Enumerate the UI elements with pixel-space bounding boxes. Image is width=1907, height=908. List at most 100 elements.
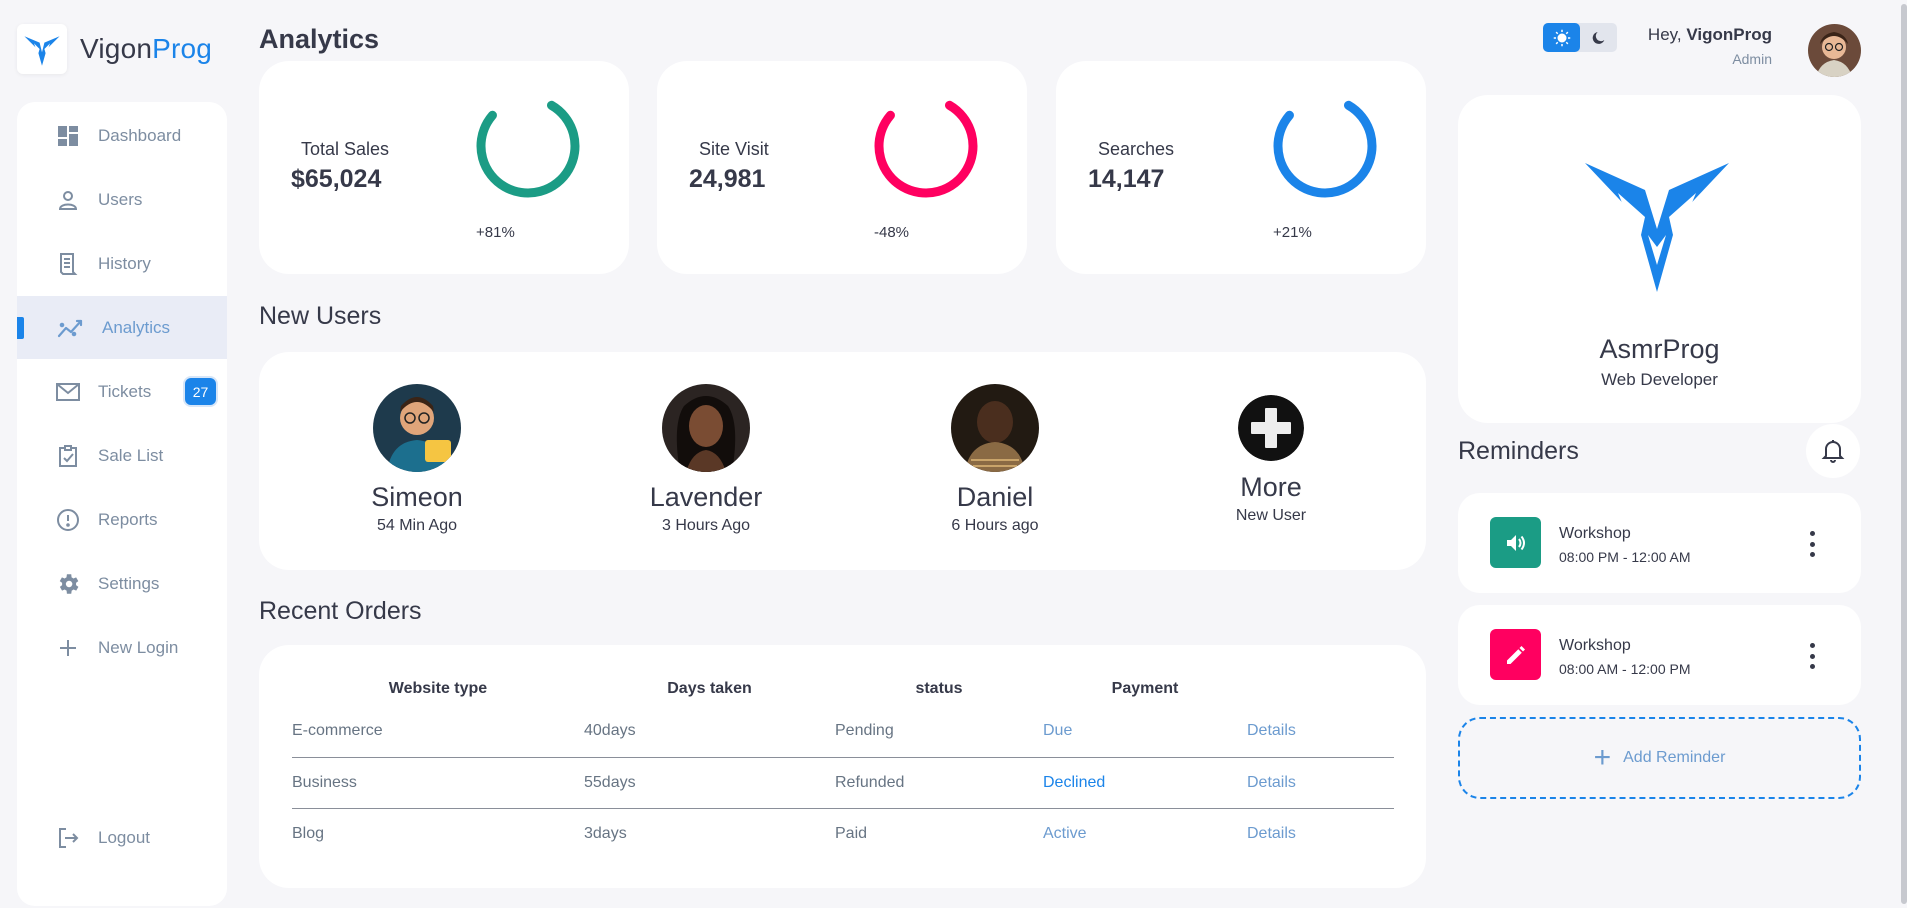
sidebar-item-users[interactable]: Users — [17, 168, 227, 231]
sidebar-item-label: Users — [98, 189, 143, 209]
stat-value: $65,024 — [291, 165, 382, 193]
user-name: Simeon — [371, 482, 463, 512]
tickets-count-badge: 27 — [185, 378, 216, 405]
sidebar-item-label: Reports — [98, 509, 158, 529]
person-icon — [54, 186, 82, 214]
sidebar-item-label: Settings — [98, 573, 160, 593]
reminder-item[interactable]: Workshop 08:00 PM - 12:00 AM — [1458, 493, 1861, 593]
more-vert-icon[interactable] — [1802, 529, 1822, 559]
ring-icon — [1270, 91, 1380, 201]
recent-orders-title: Recent Orders — [259, 597, 422, 625]
more-users-button[interactable]: More New User — [1171, 384, 1371, 525]
theme-toggle[interactable] — [1543, 23, 1617, 52]
user-time: 3 Hours Ago — [661, 517, 751, 534]
sidebar-item-new-login[interactable]: New Login — [17, 616, 227, 679]
profile-role: Web Developer — [1601, 370, 1718, 389]
profile-name: AsmrProg — [1599, 334, 1720, 364]
avatar — [373, 384, 461, 472]
reminder-time: 08:00 PM - 12:00 AM — [1559, 549, 1691, 565]
reminder-time: 08:00 AM - 12:00 PM — [1559, 661, 1691, 677]
greeting: Hey, VigonProg — [1647, 25, 1772, 44]
scrollbar[interactable] — [1901, 0, 1907, 908]
user-card[interactable]: Lavender 3 Hours Ago — [606, 384, 806, 535]
stat-value: 14,147 — [1088, 165, 1165, 193]
page-title: Analytics — [259, 24, 380, 54]
reminder-item[interactable]: Workshop 08:00 AM - 12:00 PM — [1458, 605, 1861, 705]
analytics-icon — [57, 314, 85, 342]
bell-icon[interactable] — [1806, 424, 1860, 478]
details-link[interactable]: Details — [1247, 706, 1394, 758]
sidebar-item-analytics[interactable]: Analytics — [17, 296, 227, 359]
user-card[interactable]: Simeon 54 Min Ago — [317, 384, 517, 535]
table-row: Blog 3days Paid Active Details — [292, 808, 1394, 859]
sidebar-item-logout[interactable]: Logout — [17, 806, 227, 869]
mail-icon — [54, 378, 82, 406]
add-reminder-label: Add Reminder — [1623, 749, 1726, 766]
user-name: Daniel — [956, 482, 1034, 512]
details-link[interactable]: Details — [1247, 757, 1394, 809]
add-reminder-button[interactable]: + Add Reminder — [1458, 717, 1861, 799]
user-name: More — [1240, 472, 1302, 502]
reminder-title: Workshop — [1559, 637, 1631, 654]
stat-value: 24,981 — [689, 165, 766, 193]
sidebar-item-sale-list[interactable]: Sale List — [17, 424, 227, 487]
sidebar-item-label: Tickets — [98, 381, 152, 401]
ring-icon — [473, 91, 583, 201]
gear-icon — [54, 570, 82, 598]
stat-change: +21% — [1273, 224, 1312, 241]
logo-icon — [17, 24, 67, 74]
website-type-cell: Business — [292, 757, 584, 809]
scrollbar-thumb[interactable] — [1901, 4, 1907, 904]
stat-change: -48% — [874, 224, 910, 241]
sidebar-item-tickets[interactable]: Tickets 27 — [17, 360, 227, 423]
sidebar-item-settings[interactable]: Settings — [17, 552, 227, 615]
sidebar-item-label: Logout — [98, 827, 150, 847]
sidebar-item-history[interactable]: History — [17, 232, 227, 295]
plus-icon: + — [1593, 741, 1612, 774]
new-users-card: Simeon 54 Min Ago Lavender 3 Hours Ago D… — [259, 352, 1426, 570]
moon-icon[interactable] — [1580, 23, 1617, 52]
details-link[interactable]: Details — [1247, 808, 1394, 859]
logout-icon — [54, 824, 82, 852]
user-role: Admin — [1732, 51, 1772, 67]
new-users-title: New Users — [259, 302, 382, 330]
add-circle-icon — [1238, 395, 1304, 461]
dashboard-icon — [54, 122, 82, 150]
stat-card-sales: Total Sales $65,024 +81% — [259, 61, 629, 274]
stat-change: +81% — [476, 224, 515, 241]
sidebar-item-reports[interactable]: Reports — [17, 488, 227, 551]
sun-icon[interactable] — [1543, 23, 1580, 52]
user-name: Lavender — [649, 482, 763, 512]
stat-card-visits: Site Visit 24,981 -48% — [657, 61, 1027, 274]
column-header: Website type — [388, 680, 488, 697]
column-header: Payment — [1111, 680, 1179, 697]
profile-avatar[interactable] — [1808, 24, 1861, 77]
status-cell: Refunded — [835, 757, 1043, 809]
payment-cell: Declined — [1043, 757, 1247, 809]
user-card[interactable]: Daniel 6 Hours ago — [895, 384, 1095, 535]
more-vert-icon[interactable] — [1802, 641, 1822, 671]
sidebar-item-label: History — [98, 253, 151, 273]
report-icon — [54, 506, 82, 534]
sidebar-item-dashboard[interactable]: Dashboard — [17, 104, 227, 167]
active-indicator — [17, 317, 24, 339]
clipboard-check-icon — [54, 442, 82, 470]
column-header: Days taken — [667, 680, 752, 697]
avatar — [662, 384, 750, 472]
brand-logo[interactable]: VigonProg — [17, 24, 212, 74]
stat-card-searches: Searches 14,147 +21% — [1056, 61, 1426, 274]
sidebar-item-label: New Login — [98, 637, 179, 657]
column-header: status — [915, 680, 963, 697]
user-time: 54 Min Ago — [376, 517, 458, 534]
reminders-title: Reminders — [1458, 437, 1579, 465]
column-header — [1247, 672, 1394, 706]
stat-label: Searches — [1098, 139, 1175, 159]
table-row: E-commerce 40days Pending Due Details — [292, 706, 1394, 758]
stat-label: Total Sales — [301, 139, 390, 159]
receipt-icon — [54, 250, 82, 278]
orders-table: Website type Days taken status Payment E… — [292, 672, 1394, 859]
volume-icon — [1490, 517, 1541, 568]
brand-name: VigonProg — [80, 33, 213, 64]
table-row: Business 55days Refunded Declined Detail… — [292, 757, 1394, 809]
user-time: 6 Hours ago — [951, 517, 1039, 534]
